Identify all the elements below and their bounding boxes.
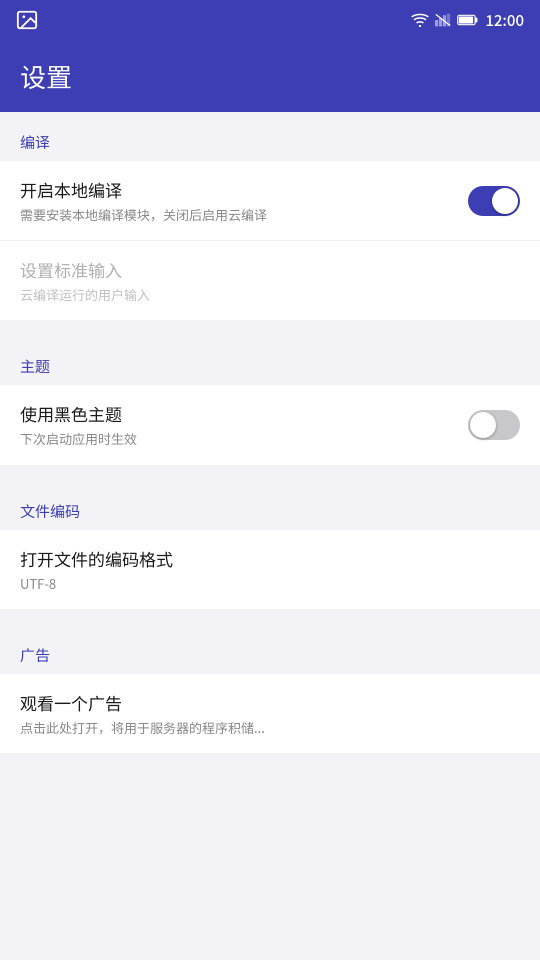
- section-header-theme: 主题: [0, 336, 540, 385]
- setting-subtitle-standard-input: 云编译运行的用户输入: [20, 286, 504, 304]
- setting-subtitle-dark-theme: 下次启动应用时生效: [20, 430, 452, 448]
- setting-subtitle-local-translation: 需要安装本地编译模块，关闭后启用云编译: [20, 206, 452, 224]
- status-bar-left: [16, 0, 38, 40]
- setting-title-local-translation: 开启本地编译: [20, 177, 452, 202]
- section-header-encoding: 文件编码: [0, 481, 540, 530]
- page-title: 设置: [20, 58, 72, 95]
- divider-1: [0, 320, 540, 336]
- divider-3: [0, 609, 540, 625]
- setting-item-text-encoding: 打开文件的编码格式 UTF-8: [20, 546, 520, 593]
- app-header: 设置: [0, 40, 540, 112]
- setting-title-standard-input: 设置标准输入: [20, 257, 504, 282]
- setting-title-encoding: 打开文件的编码格式: [20, 546, 504, 571]
- settings-content: 编译 开启本地编译 需要安装本地编译模块，关闭后启用云编译 设置标准输入 云编译…: [0, 112, 540, 960]
- setting-item-local-translation[interactable]: 开启本地编译 需要安装本地编译模块，关闭后启用云编译: [0, 161, 540, 241]
- status-bar: 12:00: [0, 0, 540, 40]
- section-header-translation: 编译: [0, 112, 540, 161]
- setting-item-text-local-translation: 开启本地编译 需要安装本地编译模块，关闭后启用云编译: [20, 177, 468, 224]
- section-card-translation: 开启本地编译 需要安装本地编译模块，关闭后启用云编译 设置标准输入 云编译运行的…: [0, 161, 540, 320]
- section-card-ads: 观看一个广告 点击此处打开，将用于服务器的程序积储...: [0, 674, 540, 753]
- setting-item-standard-input: 设置标准输入 云编译运行的用户输入: [0, 241, 540, 320]
- setting-item-text-watch-ad: 观看一个广告 点击此处打开，将用于服务器的程序积储...: [20, 690, 520, 737]
- toggle-knob-dark-theme: [470, 412, 496, 438]
- section-header-ads: 广告: [0, 625, 540, 674]
- setting-value-encoding: UTF-8: [20, 575, 504, 593]
- status-time: 12:00: [485, 10, 524, 31]
- wifi-icon: [411, 13, 429, 27]
- setting-item-text-dark-theme: 使用黑色主题 下次启动应用时生效: [20, 401, 468, 448]
- toggle-knob-local-translation: [492, 188, 518, 214]
- section-card-theme: 使用黑色主题 下次启动应用时生效: [0, 385, 540, 464]
- setting-item-text-standard-input: 设置标准输入 云编译运行的用户输入: [20, 257, 520, 304]
- signal-icon: [435, 13, 451, 27]
- setting-item-dark-theme[interactable]: 使用黑色主题 下次启动应用时生效: [0, 385, 540, 464]
- battery-icon: [457, 13, 479, 27]
- toggle-dark-theme[interactable]: [468, 410, 520, 440]
- divider-2: [0, 465, 540, 481]
- setting-title-dark-theme: 使用黑色主题: [20, 401, 452, 426]
- setting-item-watch-ad[interactable]: 观看一个广告 点击此处打开，将用于服务器的程序积储...: [0, 674, 540, 753]
- section-card-encoding: 打开文件的编码格式 UTF-8: [0, 530, 540, 609]
- image-icon: [16, 9, 38, 31]
- setting-title-watch-ad: 观看一个广告: [20, 690, 504, 715]
- toggle-local-translation[interactable]: [468, 186, 520, 216]
- setting-item-encoding[interactable]: 打开文件的编码格式 UTF-8: [0, 530, 540, 609]
- setting-subtitle-watch-ad: 点击此处打开，将用于服务器的程序积储...: [20, 719, 504, 737]
- status-icons: 12:00: [411, 10, 524, 31]
